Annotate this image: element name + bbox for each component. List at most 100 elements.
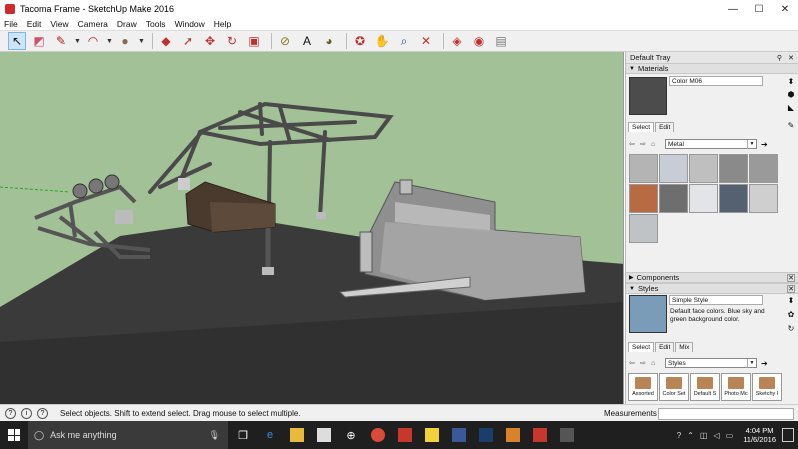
- create-style-icon[interactable]: ✿: [786, 310, 796, 320]
- store-icon[interactable]: [312, 423, 336, 447]
- offset-tool-icon[interactable]: ▣: [245, 32, 263, 50]
- minimize-button[interactable]: —: [720, 0, 746, 18]
- extension-warehouse-icon[interactable]: ◉: [470, 32, 488, 50]
- styles-tab-edit[interactable]: Edit: [655, 342, 675, 352]
- network-icon[interactable]: ◫: [700, 431, 708, 440]
- create-material-icon[interactable]: ⬢: [786, 90, 796, 100]
- zoom-extents-tool-icon[interactable]: ✕: [417, 32, 435, 50]
- forward-arrow-icon[interactable]: ⇨: [640, 140, 649, 148]
- material-collection-select[interactable]: Metal ▼: [665, 139, 757, 149]
- tape-measure-tool-icon[interactable]: ⊘: [276, 32, 294, 50]
- styles-tab-select[interactable]: Select: [628, 342, 655, 352]
- start-button[interactable]: [0, 421, 28, 449]
- orbit-tool-icon[interactable]: ✪: [351, 32, 369, 50]
- styles-close-icon[interactable]: ✕: [787, 284, 795, 293]
- forward-arrow-icon[interactable]: ⇨: [640, 359, 649, 367]
- materials-panel-header[interactable]: ▼ Materials: [626, 63, 798, 74]
- material-swatch[interactable]: [689, 154, 718, 183]
- materials-tab-select[interactable]: Select: [628, 122, 655, 132]
- material-swatch[interactable]: [629, 184, 658, 213]
- details-arrow-icon[interactable]: ➔: [761, 359, 768, 368]
- tray-close-icon[interactable]: ✕: [788, 54, 794, 62]
- style-folder[interactable]: Photo Mc: [721, 373, 751, 401]
- zoom-tool-icon[interactable]: ⌕: [395, 32, 413, 50]
- material-swatch[interactable]: [629, 214, 658, 243]
- style-name-field[interactable]: Simple Style: [669, 295, 763, 305]
- credits-icon[interactable]: i: [21, 407, 32, 419]
- display-secondary-icon[interactable]: ⬍: [786, 296, 796, 306]
- file-explorer-icon[interactable]: [285, 423, 309, 447]
- style-collection-select[interactable]: Styles ▼: [665, 358, 757, 368]
- pencil-dropdown-icon[interactable]: ▼: [74, 38, 81, 45]
- material-swatch[interactable]: [689, 184, 718, 213]
- task-view-icon[interactable]: ❐: [231, 423, 255, 447]
- display-secondary-icon[interactable]: ⬍: [786, 77, 796, 87]
- home-icon[interactable]: ⌂: [651, 141, 660, 148]
- menu-draw[interactable]: Draw: [117, 19, 137, 29]
- material-swatch[interactable]: [719, 154, 748, 183]
- taskbar-clock[interactable]: 4:04 PM 11/6/2016: [743, 426, 776, 444]
- default-material-icon[interactable]: ◣: [786, 103, 796, 113]
- help-circle-icon[interactable]: ?: [677, 431, 681, 440]
- components-close-icon[interactable]: ✕: [787, 273, 795, 282]
- maximize-button[interactable]: ☐: [746, 0, 772, 18]
- send-to-layout-icon[interactable]: ▤: [492, 32, 510, 50]
- menu-file[interactable]: File: [4, 19, 18, 29]
- components-panel-header[interactable]: ▶ Components ✕: [626, 272, 798, 283]
- show-hidden-icons-icon[interactable]: ⌃: [687, 431, 694, 440]
- photoshop-icon[interactable]: [474, 423, 498, 447]
- action-center-icon[interactable]: [782, 428, 794, 442]
- home-icon[interactable]: ⌂: [651, 360, 660, 367]
- material-swatch[interactable]: [659, 154, 688, 183]
- model-viewport[interactable]: [0, 52, 624, 404]
- text-tool-icon[interactable]: A: [298, 32, 316, 50]
- arc-tool-icon[interactable]: ◠: [84, 32, 102, 50]
- edge-browser-icon[interactable]: e: [258, 423, 282, 447]
- sticky-notes-icon[interactable]: [420, 423, 444, 447]
- back-arrow-icon[interactable]: ⇦: [629, 140, 638, 148]
- 3d-warehouse-icon[interactable]: ◈: [448, 32, 466, 50]
- back-arrow-icon[interactable]: ⇦: [629, 359, 638, 367]
- menu-camera[interactable]: Camera: [78, 19, 108, 29]
- material-name-field[interactable]: Color M06: [669, 76, 763, 86]
- hp-icon[interactable]: ⊕: [339, 423, 363, 447]
- volume-icon[interactable]: ◁: [713, 431, 719, 440]
- follow-me-tool-icon[interactable]: ➚: [179, 32, 197, 50]
- details-arrow-icon[interactable]: ➔: [761, 140, 768, 149]
- push-pull-tool-icon[interactable]: ◆: [157, 32, 175, 50]
- current-style-thumbnail[interactable]: [629, 295, 667, 333]
- update-style-icon[interactable]: ↻: [786, 324, 796, 334]
- measurements-input[interactable]: [658, 408, 794, 420]
- style-folder[interactable]: Default S: [690, 373, 720, 401]
- microphone-icon[interactable]: 🎙: [209, 430, 220, 441]
- menu-tools[interactable]: Tools: [146, 19, 166, 29]
- pan-tool-icon[interactable]: ✋: [373, 32, 391, 50]
- arc-dropdown-icon[interactable]: ▼: [106, 38, 113, 45]
- material-swatch[interactable]: [749, 154, 778, 183]
- materials-tab-edit[interactable]: Edit: [655, 122, 675, 132]
- eyedropper-icon[interactable]: ✎: [786, 121, 796, 131]
- style-folder[interactable]: Sketchy I: [752, 373, 782, 401]
- help-icon[interactable]: ?: [37, 407, 48, 419]
- current-material-swatch[interactable]: [629, 77, 667, 115]
- menu-window[interactable]: Window: [175, 19, 205, 29]
- eraser-tool-icon[interactable]: ◩: [30, 32, 48, 50]
- menu-edit[interactable]: Edit: [27, 19, 42, 29]
- media-player-icon[interactable]: [393, 423, 417, 447]
- styles-panel-header[interactable]: ▼ Styles ✕: [626, 283, 798, 294]
- close-button[interactable]: ✕: [772, 0, 798, 18]
- chrome-icon[interactable]: [366, 423, 390, 447]
- rotate-tool-icon[interactable]: ↻: [223, 32, 241, 50]
- photos-icon[interactable]: [555, 423, 579, 447]
- geo-location-icon[interactable]: ?: [5, 407, 16, 419]
- illustrator-icon[interactable]: [501, 423, 525, 447]
- messages-icon[interactable]: ▭: [726, 431, 734, 440]
- shape-tool-icon[interactable]: ●: [116, 32, 134, 50]
- menu-help[interactable]: Help: [214, 19, 231, 29]
- material-swatch[interactable]: [749, 184, 778, 213]
- select-tool-icon[interactable]: ↖: [8, 32, 26, 50]
- cortana-search-box[interactable]: ◯ Ask me anything 🎙: [28, 421, 228, 449]
- material-swatch[interactable]: [629, 154, 658, 183]
- style-folder[interactable]: Assorted: [628, 373, 658, 401]
- pin-icon[interactable]: ⚲: [777, 54, 782, 62]
